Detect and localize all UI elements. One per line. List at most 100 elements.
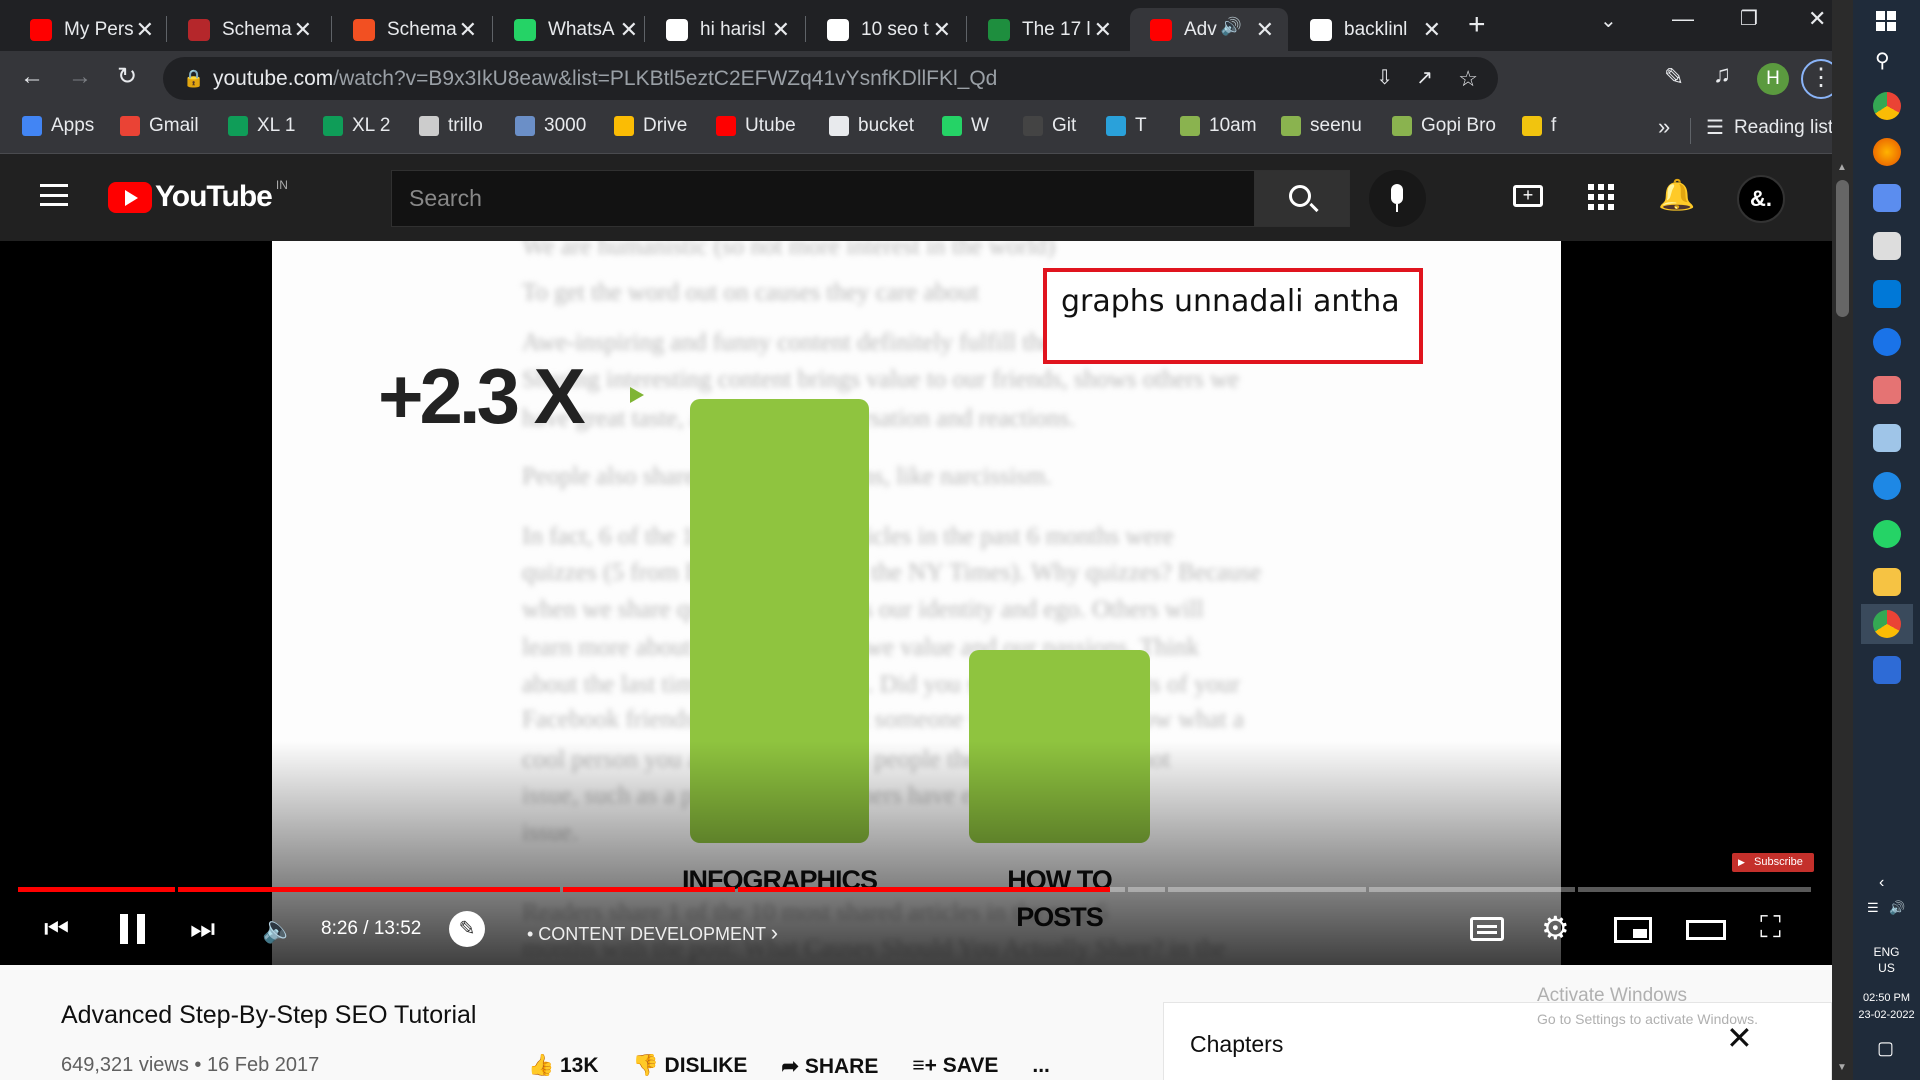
speaker-icon[interactable]: 🔊 <box>1889 900 1905 916</box>
pause-icon[interactable] <box>120 914 146 944</box>
new-tab-button[interactable]: + <box>1468 8 1486 42</box>
bookmark-item[interactable]: 3000 <box>515 115 586 137</box>
chapter-segment[interactable] <box>1128 887 1165 892</box>
tab-9[interactable]: backlinl ✕ <box>1290 8 1455 51</box>
page-scrollbar[interactable]: ▲ ▼ <box>1832 0 1853 1080</box>
bookmark-item[interactable]: f <box>1522 115 1556 137</box>
tab-close-icon[interactable]: ✕ <box>620 17 638 43</box>
tab-close-icon[interactable]: ✕ <box>136 17 154 43</box>
subscribe-watermark[interactable]: ▶ Subscribe <box>1732 853 1814 872</box>
next-icon[interactable]: ⏭ <box>190 913 215 946</box>
network-icon[interactable]: ☰ <box>1867 900 1879 916</box>
subtitles-icon[interactable] <box>1470 917 1504 941</box>
create-video-icon[interactable]: + <box>1513 185 1543 207</box>
chrome-taskbar-icon[interactable] <box>1873 92 1901 120</box>
minimize-icon[interactable]: — <box>1672 6 1694 32</box>
snipping-tool-icon[interactable] <box>1873 232 1901 260</box>
bookmark-item[interactable]: bucket <box>829 115 914 137</box>
notes-taskbar-icon[interactable] <box>1873 424 1901 452</box>
miniplayer-icon[interactable] <box>1614 917 1652 943</box>
bookmark-item[interactable]: Gopi Bro <box>1392 115 1496 137</box>
webex-taskbar-icon[interactable] <box>1873 656 1901 684</box>
bookmark-item[interactable]: Gmail <box>120 115 199 137</box>
progress-bar[interactable] <box>18 887 1814 892</box>
youtube-logo[interactable]: YouTube IN <box>108 178 288 214</box>
bookmark-item[interactable]: trillo <box>419 115 483 137</box>
theater-mode-icon[interactable] <box>1686 920 1726 940</box>
volume-icon[interactable]: 🔈 <box>262 914 294 945</box>
bookmark-item[interactable]: T <box>1106 115 1147 137</box>
window-close-icon[interactable]: ✕ <box>1808 6 1826 32</box>
chapter-segment[interactable] <box>1168 887 1366 892</box>
language-indicator[interactable]: ENG US <box>1853 944 1920 976</box>
paint-taskbar-icon[interactable] <box>1873 184 1901 212</box>
tab-close-icon[interactable]: ✕ <box>459 17 477 43</box>
more-actions-button[interactable]: ... <box>1032 1054 1050 1079</box>
tab-7[interactable]: The 17 l ✕ <box>968 8 1126 51</box>
bookmark-item[interactable]: Drive <box>614 115 687 137</box>
hamburger-menu-icon[interactable] <box>40 184 68 206</box>
bookmark-item[interactable]: Git <box>1023 115 1076 137</box>
tray-chevron-icon[interactable]: ‹ <box>1879 874 1884 892</box>
bookmark-item[interactable]: W <box>942 115 989 137</box>
tab-close-icon[interactable]: ✕ <box>1256 17 1274 43</box>
install-icon[interactable]: ⇩ <box>1376 57 1393 100</box>
tab-search-icon[interactable]: ⌄ <box>1600 8 1617 33</box>
bookmark-item[interactable]: 10am <box>1180 115 1257 137</box>
notifications-icon[interactable]: ▢ <box>1877 1038 1894 1059</box>
fullscreen-icon[interactable]: ⛶ <box>1760 911 1781 945</box>
file-explorer-icon[interactable] <box>1873 568 1901 596</box>
tab-close-icon[interactable]: ✕ <box>772 17 790 43</box>
bookmark-item[interactable]: XL 1 <box>228 115 295 137</box>
share-button[interactable]: ➦ SHARE <box>781 1054 878 1079</box>
address-bar[interactable]: 🔒 youtube.com/watch?v=B9x3IkU8eaw&list=P… <box>163 57 1498 100</box>
windows-start-icon[interactable] <box>1876 11 1896 31</box>
extensions-icon[interactable]: ✎ <box>1664 63 1684 92</box>
tab-4[interactable]: WhatsA ✕ <box>494 8 652 51</box>
tab-6[interactable]: 10 seo t ✕ <box>807 8 965 51</box>
maps-taskbar-icon[interactable] <box>1873 328 1901 356</box>
channel-branding-icon[interactable]: ✎ <box>449 911 485 947</box>
audio-playing-icon[interactable]: 🔊 <box>1221 17 1242 37</box>
restore-icon[interactable]: ❐ <box>1740 6 1758 31</box>
video-player[interactable]: We are humanistic (so not more interest … <box>0 241 1832 965</box>
bookmark-star-icon[interactable]: ☆ <box>1458 57 1478 100</box>
apps-grid-icon[interactable] <box>1588 184 1614 210</box>
save-button[interactable]: ≡+ SAVE <box>912 1054 998 1079</box>
scroll-down-icon[interactable]: ▼ <box>1837 1062 1847 1073</box>
tab-5[interactable]: hi harisl ✕ <box>646 8 804 51</box>
whatsapp-taskbar-icon[interactable] <box>1873 520 1901 548</box>
voice-search-button[interactable] <box>1369 170 1426 227</box>
tab-close-icon[interactable]: ✕ <box>1423 17 1441 43</box>
tab-close-icon[interactable]: ✕ <box>294 17 312 43</box>
taskbar-search-icon[interactable]: ⚲ <box>1875 48 1890 73</box>
chapter-segment[interactable] <box>1578 887 1811 892</box>
scrollbar-thumb[interactable] <box>1836 180 1849 317</box>
forward-icon[interactable]: → <box>68 63 92 91</box>
tab-close-icon[interactable]: ✕ <box>1094 17 1112 43</box>
bookmark-item[interactable]: Utube <box>716 115 796 137</box>
chrome-profile-taskbar-icon[interactable] <box>1873 610 1901 638</box>
settings-gear-icon[interactable]: ⚙ <box>1541 909 1570 947</box>
dislike-button[interactable]: 👎 DISLIKE <box>633 1054 748 1079</box>
tab-8[interactable]: Adv 🔊 ✕ <box>1130 8 1288 51</box>
tab-3[interactable]: Schema ✕ <box>333 8 491 51</box>
like-button[interactable]: 👍 13K <box>528 1054 599 1079</box>
bookmark-item[interactable]: Apps <box>22 115 94 137</box>
vscode-taskbar-icon[interactable] <box>1873 280 1901 308</box>
bookmark-item[interactable]: XL 2 <box>323 115 390 137</box>
profile-avatar[interactable]: H <box>1757 63 1789 95</box>
search-button[interactable] <box>1254 170 1350 227</box>
reading-list-button[interactable]: ☰ Reading list <box>1706 115 1833 140</box>
scroll-up-icon[interactable]: ▲ <box>1837 162 1847 173</box>
back-icon[interactable]: ← <box>20 63 44 91</box>
search-input[interactable]: Search <box>391 170 1255 227</box>
clock[interactable]: 02:50 PM 23-02-2022 <box>1853 990 1920 1024</box>
app-taskbar-icon[interactable] <box>1873 376 1901 404</box>
media-control-icon[interactable]: ♫ <box>1713 61 1731 89</box>
more-bookmarks-icon[interactable]: » <box>1658 114 1670 140</box>
notifications-bell-icon[interactable]: 🔔 <box>1658 178 1695 213</box>
share-icon[interactable]: ↗ <box>1416 57 1433 100</box>
tab-2[interactable]: Schema ✕ <box>168 8 326 51</box>
edge-taskbar-icon[interactable] <box>1873 472 1901 500</box>
